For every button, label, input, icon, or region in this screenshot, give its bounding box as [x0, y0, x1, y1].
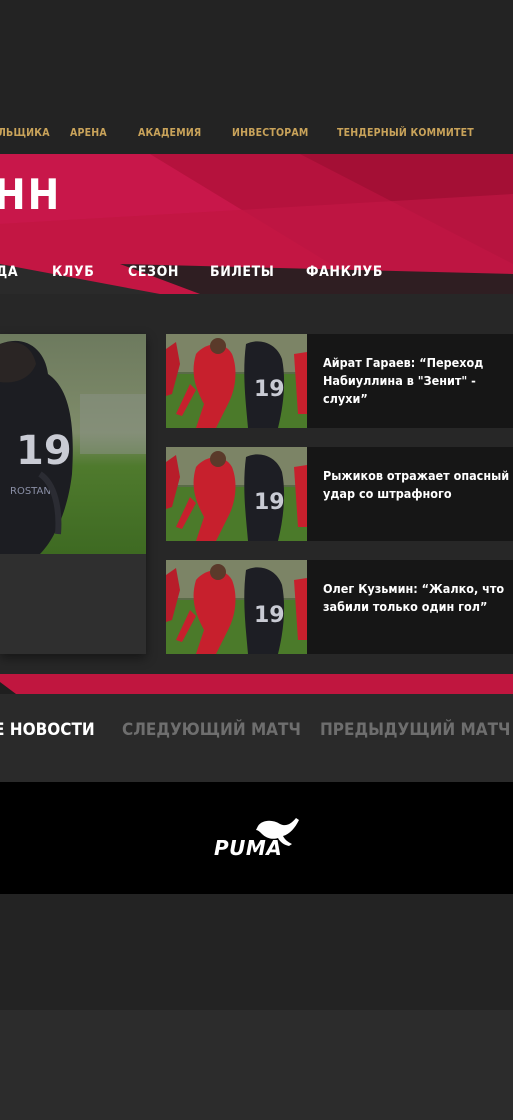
- featured-news-card[interactable]: 19 ROSTAN: [0, 334, 146, 654]
- main-nav-item-team[interactable]: ДА: [0, 264, 18, 280]
- svg-text:19: 19: [254, 603, 285, 628]
- club-logo-text[interactable]: НН: [0, 174, 61, 216]
- top-nav-item-academy[interactable]: АКАДЕМИЯ: [138, 127, 201, 139]
- tab-previous-match[interactable]: ПРЕДЫДУЩИЙ МАТЧ: [320, 720, 510, 740]
- main-nav-item-fanclub[interactable]: ФАНКЛУБ: [306, 264, 383, 280]
- header-area: [0, 0, 513, 112]
- news-title[interactable]: Айрат Гараев: “Переход Набиуллина в "Зен…: [323, 354, 513, 408]
- section-divider: [0, 674, 513, 694]
- svg-text:19: 19: [16, 428, 72, 474]
- footer-area: [0, 894, 513, 1010]
- top-nav-item-arena[interactable]: АРЕНА: [70, 127, 107, 139]
- main-nav-item-club[interactable]: КЛУБ: [52, 264, 94, 280]
- news-item[interactable]: 19 Олег Кузьмин: “Жалко, что забили толь…: [166, 560, 513, 654]
- news-thumbnail[interactable]: 19: [166, 447, 307, 541]
- news-item[interactable]: 19 Рыжиков отражает опасный удар со штра…: [166, 447, 513, 541]
- top-nav-item-tender[interactable]: ТЕНДЕРНЫЙ КОММИТЕТ: [337, 127, 474, 139]
- match-tabs: Е НОВОСТИ СЛЕДУЮЩИЙ МАТЧ ПРЕДЫДУЩИЙ МАТЧ: [0, 694, 513, 782]
- news-title[interactable]: Рыжиков отражает опасный удар со штрафно…: [323, 467, 513, 503]
- sponsor-logo[interactable]: PUMA: [214, 836, 282, 860]
- news-item[interactable]: 19 Айрат Гараев: “Переход Набиуллина в "…: [166, 334, 513, 428]
- top-nav-item-fans[interactable]: ЛЬЩИКА: [0, 127, 50, 139]
- top-nav-item-investors[interactable]: ИНВЕСТОРАМ: [232, 127, 309, 139]
- svg-text:ROSTAN: ROSTAN: [10, 486, 51, 497]
- news-title[interactable]: Олег Кузьмин: “Жалко, что забили только …: [323, 580, 513, 616]
- main-nav-item-season[interactable]: СЕЗОН: [128, 264, 179, 280]
- news-thumbnail[interactable]: 19: [166, 560, 307, 654]
- main-nav-item-tickets[interactable]: БИЛЕТЫ: [210, 264, 274, 280]
- svg-text:19: 19: [254, 377, 285, 402]
- featured-news-image[interactable]: 19 ROSTAN: [0, 334, 146, 554]
- news-thumbnail[interactable]: 19: [166, 334, 307, 428]
- top-nav: ЛЬЩИКА АРЕНА АКАДЕМИЯ ИНВЕСТОРАМ ТЕНДЕРН…: [0, 112, 513, 154]
- tab-latest-news[interactable]: Е НОВОСТИ: [0, 720, 95, 740]
- tab-next-match[interactable]: СЛЕДУЮЩИЙ МАТЧ: [122, 720, 301, 740]
- svg-text:19: 19: [254, 490, 285, 515]
- footer-bottom: [0, 1010, 513, 1120]
